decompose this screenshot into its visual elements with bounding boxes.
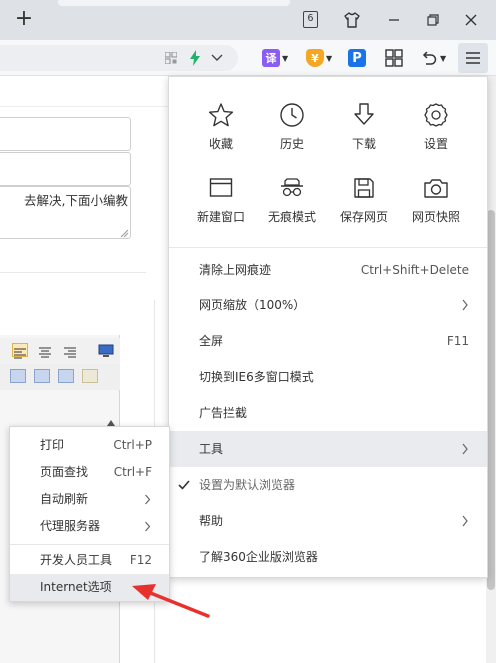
p-badge-icon: P — [348, 49, 366, 67]
caret-down-icon: ▼ — [326, 53, 333, 63]
align-left-icon[interactable] — [12, 343, 28, 359]
menu-item-zoom[interactable]: 网页缩放（100%） — [169, 287, 487, 323]
translate-extension-button[interactable]: 译 ▼ — [262, 47, 288, 69]
translate-icon: 译 — [262, 49, 280, 67]
quick-action-downloads[interactable]: 下载 — [328, 101, 400, 152]
menu-item-ie6-mode[interactable]: 切换到IE6多窗口模式 — [169, 359, 487, 395]
resize-handle-icon[interactable] — [120, 229, 129, 238]
window-icon — [185, 174, 257, 202]
text-input-field[interactable] — [0, 117, 131, 151]
quick-action-new-window[interactable]: 新建窗口 — [185, 174, 257, 225]
clock-icon — [256, 101, 328, 129]
main-menu-button[interactable] — [458, 43, 488, 73]
submenu-separator — [10, 544, 169, 545]
grid-icon — [385, 49, 403, 67]
menu-item-enterprise[interactable]: 了解360企业版浏览器 — [169, 539, 487, 575]
chevron-right-icon — [462, 443, 468, 455]
undo-close-tab-button[interactable]: ▼ — [420, 47, 446, 69]
chevron-right-icon — [462, 515, 468, 527]
menu-separator — [169, 247, 487, 248]
close-window-button[interactable] — [459, 8, 483, 32]
quick-action-incognito[interactable]: 无痕模式 — [256, 174, 328, 225]
divider — [0, 272, 146, 273]
new-tab-button[interactable]: + — [12, 8, 36, 32]
main-menu: 收藏 历史 下载 设置 新建窗口 无痕模式 保存网页 网页快照 清除上网痕迹 C… — [168, 76, 488, 578]
active-tab[interactable] — [58, 0, 290, 6]
download-icon — [328, 101, 400, 129]
save-icon — [328, 174, 400, 202]
submenu-item-auto-refresh[interactable]: 自动刷新 — [10, 486, 169, 513]
submenu-item-dev-tools[interactable]: 开发人员工具 F12 — [10, 547, 169, 574]
chevron-down-icon[interactable] — [208, 49, 226, 67]
qr-code-icon[interactable] — [162, 49, 180, 67]
caret-down-icon: ▼ — [440, 53, 447, 63]
quick-action-save-page[interactable]: 保存网页 — [328, 174, 400, 225]
align-center-icon[interactable] — [38, 343, 54, 358]
annotation-arrow — [132, 584, 210, 618]
quick-action-history[interactable]: 历史 — [256, 101, 328, 152]
chevron-right-icon — [145, 494, 151, 505]
menu-item-fullscreen[interactable]: 全屏 F11 — [169, 323, 487, 359]
yen-extension-button[interactable]: ¥ ▼ — [306, 47, 332, 69]
chevron-right-icon — [462, 299, 468, 311]
hamburger-icon — [466, 52, 480, 64]
caret-down-icon: ▼ — [282, 53, 289, 63]
camera-icon — [400, 174, 472, 202]
bolt-icon[interactable] — [186, 49, 204, 67]
menu-item-tools[interactable]: 工具 — [169, 431, 487, 467]
incognito-icon — [256, 174, 328, 202]
chevron-right-icon — [145, 521, 151, 532]
clear-format-icon[interactable] — [82, 369, 98, 383]
tab-count-badge[interactable]: 6 — [303, 11, 318, 28]
minimize-button[interactable] — [382, 8, 406, 32]
menu-item-help[interactable]: 帮助 — [169, 503, 487, 539]
scrollbar-thumb[interactable] — [487, 210, 495, 590]
submenu-item-find[interactable]: 页面查找 Ctrl+F — [10, 459, 169, 486]
gear-icon — [400, 101, 472, 129]
p-extension-button[interactable]: P — [348, 47, 366, 69]
submenu-item-print[interactable]: 打印 Ctrl+P — [10, 432, 169, 459]
menu-item-set-default-browser[interactable]: 设置为默认浏览器 — [169, 467, 487, 503]
menu-item-clear-history[interactable]: 清除上网痕迹 Ctrl+Shift+Delete — [169, 252, 487, 288]
undo-icon — [422, 51, 437, 65]
page-header-strip — [0, 77, 170, 107]
star-icon — [185, 101, 257, 129]
apps-grid-button[interactable] — [385, 47, 403, 69]
quick-action-settings[interactable]: 设置 — [400, 101, 472, 152]
menu-item-ad-block[interactable]: 广告拦截 — [169, 395, 487, 431]
quick-action-favorites[interactable]: 收藏 — [185, 101, 257, 152]
text-input-field[interactable] — [0, 152, 131, 186]
table-icon[interactable] — [34, 369, 50, 383]
textarea-text: 去解决,下面小编教 — [24, 193, 128, 208]
align-right-icon[interactable] — [63, 343, 79, 358]
check-icon — [178, 480, 190, 490]
table-icon[interactable] — [10, 369, 26, 383]
preview-icon[interactable] — [98, 343, 114, 357]
restore-button[interactable] — [421, 8, 445, 32]
quick-action-snapshot[interactable]: 网页快照 — [400, 174, 472, 225]
submenu-item-proxy[interactable]: 代理服务器 — [10, 513, 169, 540]
table-icon[interactable] — [58, 369, 74, 383]
shirt-icon[interactable] — [340, 8, 364, 32]
yen-shield-icon: ¥ — [306, 49, 324, 67]
